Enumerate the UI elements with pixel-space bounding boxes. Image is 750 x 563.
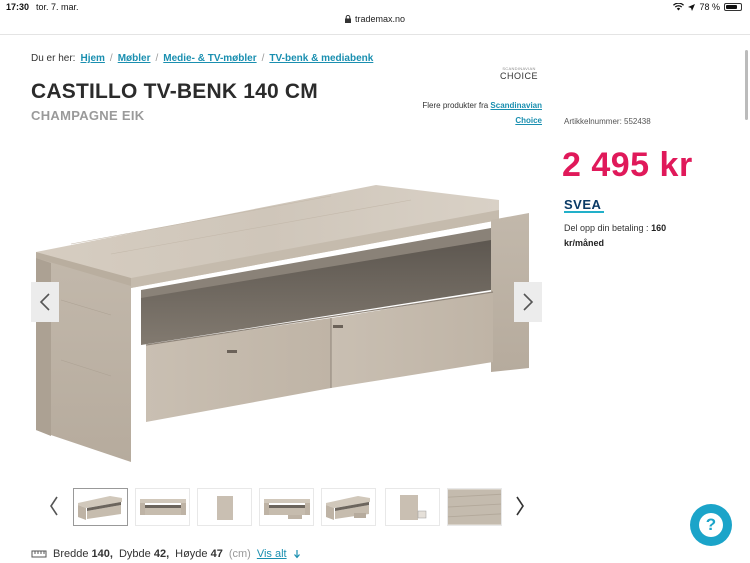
- product-title: CASTILLO TV-BENK 140 CM: [31, 80, 318, 103]
- see-all-link[interactable]: Vis alt: [257, 548, 287, 560]
- dimension-depth: Dybde 42,: [119, 548, 169, 560]
- breadcrumb: Du er her: Hjem / Møbler / Medie- & TV-m…: [31, 53, 373, 64]
- arrow-down-icon: [293, 550, 300, 559]
- thumbs-prev-button[interactable]: [46, 492, 62, 520]
- breadcrumb-separator: /: [155, 53, 159, 64]
- dimension-width-label: Bredde: [53, 548, 89, 560]
- url-text: trademax.no: [354, 14, 406, 24]
- product-subtitle: CHAMPAGNE EIK: [31, 108, 145, 123]
- chevron-right-icon: [516, 496, 524, 516]
- address-bar[interactable]: trademax.no: [0, 12, 750, 34]
- dimension-depth-label: Dybde: [118, 548, 151, 560]
- status-right: 78 %: [673, 2, 742, 12]
- breadcrumb-link-home[interactable]: Hjem: [80, 53, 104, 64]
- breadcrumb-separator: /: [261, 53, 265, 64]
- breadcrumb-separator: /: [109, 53, 113, 64]
- thumbnail[interactable]: [197, 488, 252, 526]
- thumbnail-image: [263, 499, 310, 519]
- thumbnail[interactable]: [321, 488, 376, 526]
- battery-percent: 78 %: [699, 2, 720, 12]
- thumbnail[interactable]: [73, 488, 128, 526]
- svea-logo-text: SVEA: [564, 197, 602, 212]
- image-next-button[interactable]: [514, 282, 542, 322]
- thumbnail[interactable]: [447, 488, 502, 526]
- more-from-brand-label: Flere produkter fra: [422, 101, 489, 110]
- chevron-right-icon: [523, 293, 534, 311]
- thumbs-next-button[interactable]: [512, 492, 528, 520]
- breadcrumb-link-media-tv[interactable]: Medie- & TV-møbler: [163, 53, 256, 64]
- dimensions-row: Bredde 140, Dybde 42, Høyde 47 (cm) Vis …: [31, 548, 301, 560]
- installment-label: Del opp din betaling :: [564, 223, 649, 233]
- thumbnail-image: [448, 489, 501, 525]
- status-time: 17:30: [6, 2, 30, 12]
- dimension-width-value: 140,: [91, 548, 113, 560]
- help-icon: ?: [699, 513, 723, 537]
- location-icon: [688, 3, 696, 11]
- help-button[interactable]: ?: [690, 504, 732, 546]
- thumbnail[interactable]: [135, 488, 190, 526]
- thumbnail-image: [399, 495, 426, 520]
- thumbnail[interactable]: [385, 488, 440, 526]
- ruler-icon: [31, 550, 47, 558]
- dimension-height-value: 47: [210, 548, 223, 560]
- page-scrollbar[interactable]: [745, 50, 748, 120]
- thumbnail-image: [77, 496, 122, 520]
- chevron-left-icon: [39, 293, 50, 311]
- breadcrumb-link-tv-benk[interactable]: TV-benk & mediabenk: [269, 53, 373, 64]
- dimension-height-label: Høyde: [175, 548, 208, 560]
- dimension-unit: (cm): [228, 548, 251, 560]
- brand-logo-name: CHOICE: [499, 71, 538, 81]
- thumbnail[interactable]: [259, 488, 314, 526]
- lock-icon: [344, 15, 351, 23]
- thumbnail-image: [139, 499, 186, 515]
- brand-logo[interactable]: SCANDINAVIAN CHOICE: [498, 66, 540, 81]
- dimension-depth-value: 42,: [153, 548, 170, 560]
- dimension-height: Høyde 47: [175, 548, 223, 560]
- more-from-brand: Flere produkter fra Scandinavian Choice: [400, 98, 542, 128]
- product-image[interactable]: [31, 140, 543, 465]
- dimension-width: Bredde 140,: [53, 548, 113, 560]
- article-number: Artikkelnummer: 552438: [564, 117, 651, 126]
- image-prev-button[interactable]: [31, 282, 59, 322]
- brand-link[interactable]: Scandinavian Choice: [490, 101, 542, 125]
- divider: [0, 34, 750, 35]
- status-date: tor. 7. mar.: [36, 2, 79, 12]
- svea-logo: SVEA: [564, 197, 604, 213]
- thumbnail-image: [216, 496, 233, 520]
- breadcrumb-prefix: Du er her:: [31, 53, 76, 64]
- installment-info: Del opp din betaling : 160 kr/måned: [564, 221, 694, 251]
- battery-icon: [724, 3, 742, 11]
- thumbnail-image: [325, 496, 370, 520]
- breadcrumb-link-mobler[interactable]: Møbler: [118, 53, 151, 64]
- chevron-left-icon: [50, 496, 58, 516]
- wifi-icon: [673, 3, 685, 11]
- product-price: 2 495 kr: [562, 146, 693, 184]
